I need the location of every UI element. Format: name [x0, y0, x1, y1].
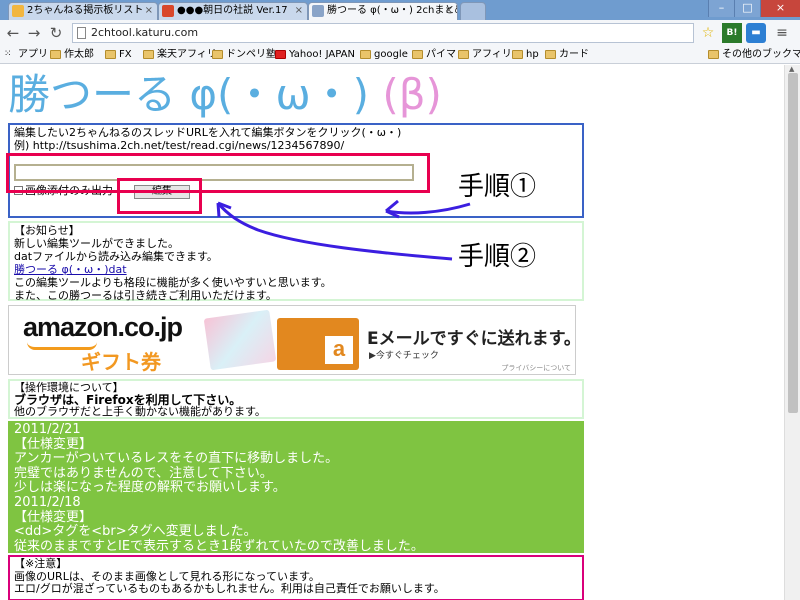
yahoo-icon: [275, 50, 286, 59]
changelog-line: 【仕様変更】: [14, 436, 93, 452]
address-url: 2chtool.katuru.com: [91, 26, 199, 39]
tab-title: 2ちゃんねる掲示板リスト: [27, 5, 144, 16]
bookmark-item[interactable]: パイマ: [412, 48, 456, 62]
changelog-line: 従来のままですとIEで表示するとき1段ずれていたので改善しました。: [14, 538, 424, 554]
extension-icon[interactable]: B!: [722, 23, 742, 43]
apps-grid-icon: ⁙: [4, 49, 12, 59]
ad-gift-text: ギフト券: [81, 350, 161, 374]
close-tab-icon[interactable]: ×: [445, 3, 453, 19]
tab-katuru[interactable]: 勝つーる φ(・ω・) 2chまとめ ×: [308, 2, 458, 20]
folder-icon: [143, 50, 154, 59]
bookmark-item[interactable]: 楽天アフィリ: [143, 48, 217, 62]
bookmark-item[interactable]: 作太郎: [50, 48, 94, 62]
reload-icon[interactable]: ↻: [47, 24, 65, 42]
annotation-arrows: [216, 199, 471, 261]
tab-asahi[interactable]: ●●●朝日の社説 Ver.17 ×: [158, 2, 308, 20]
tab-title: 勝つーる φ(・ω・) 2chまとめ: [327, 5, 458, 16]
bookmark-item[interactable]: FX: [105, 48, 132, 62]
window-controls: – □ ×: [708, 0, 800, 18]
environment-box: 【操作環境について】 ブラウザは、Firefoxを利用して下さい。 他のブラウザ…: [8, 379, 584, 419]
gift-card-image: a: [277, 318, 359, 370]
menu-icon[interactable]: ≡: [772, 23, 792, 43]
arrow-step2: [216, 202, 453, 261]
address-bar[interactable]: 2chtool.katuru.com: [72, 23, 694, 43]
vertical-scrollbar[interactable]: ▲: [784, 65, 800, 600]
close-tab-icon[interactable]: ×: [295, 3, 303, 19]
arrowhead-step1-icon: [385, 199, 400, 219]
2ch-favicon-icon: [312, 5, 324, 17]
scroll-up-icon[interactable]: ▲: [789, 65, 794, 73]
page-icon: [77, 27, 86, 39]
changelog-box: 2011/2/21 【仕様変更】 アンカーがついているレスをその直下に移動しまし…: [8, 421, 584, 553]
minimize-icon[interactable]: –: [708, 0, 734, 17]
bookmark-item[interactable]: hp: [512, 48, 539, 62]
folder-icon: [708, 50, 719, 59]
caution-heading: 【※注意】: [14, 557, 68, 570]
new-tab-button[interactable]: [460, 2, 486, 20]
step2-label: 手順②: [458, 242, 537, 272]
maximize-icon[interactable]: □: [734, 0, 760, 17]
tab-title: ●●●朝日の社説 Ver.17: [177, 5, 288, 16]
changelog-line: 少しは楽になった程度の解釈でお願いします。: [14, 480, 286, 496]
ad-privacy-link[interactable]: プライバシーについて: [501, 363, 571, 373]
ad-cta-link[interactable]: ▶今すぐチェック: [369, 348, 439, 361]
folder-icon: [212, 50, 223, 59]
tab-board-list[interactable]: 2ちゃんねる掲示板リスト ×: [8, 2, 158, 20]
changelog-line: アンカーがついているレスをその直下に移動しました。: [14, 451, 339, 467]
folder-icon: [50, 50, 61, 59]
folder-icon: [512, 50, 523, 59]
step1-label: 手順①: [458, 172, 537, 202]
chat-icon[interactable]: ▬: [746, 23, 766, 43]
changelog-line: <dd>タグを<br>タグへ変更しました。: [14, 524, 257, 540]
bookmark-item[interactable]: ドンペリ塾: [212, 48, 276, 62]
folder-icon: [360, 50, 371, 59]
changelog-line: 2011/2/21: [14, 422, 81, 437]
changelog-line: 【仕様変更】: [14, 509, 93, 525]
star-icon[interactable]: ☆: [698, 23, 718, 43]
caution-box: 【※注意】 画像のURLは、そのまま画像として見れる形になっています。 エロ/グ…: [8, 555, 584, 600]
scrollbar-thumb[interactable]: [788, 73, 798, 413]
bookmarks-bar: ⁙ アプリ 作太郎 FX 楽天アフィリ ドンペリ塾 Yahoo! JAPAN go…: [0, 46, 800, 64]
site-favicon-icon: [12, 5, 24, 17]
env-line: 他のブラウザだと上手く動かない機能があります。: [14, 405, 266, 418]
forward-arrow-icon[interactable]: →: [25, 24, 43, 42]
bookmark-item[interactable]: google: [360, 48, 408, 62]
arrow-step1: [385, 202, 471, 215]
tab-bar: 2ちゃんねる掲示板リスト × ●●●朝日の社説 Ver.17 × 勝つーる φ(…: [0, 0, 800, 20]
bookmark-item[interactable]: Yahoo! JAPAN: [275, 48, 355, 62]
bookmark-item[interactable]: アフィリ: [458, 48, 512, 62]
close-tab-icon[interactable]: ×: [145, 3, 153, 19]
ad-headline: Eメールですぐに送れます。: [367, 329, 576, 349]
bookmark-other[interactable]: その他のブックマーク: [708, 48, 800, 62]
browser-toolbar: ← → ↻ 2chtool.katuru.com ☆ B! ▬ ≡: [0, 20, 800, 46]
bookmark-item[interactable]: カード: [545, 48, 589, 62]
bookmark-apps[interactable]: ⁙ アプリ: [4, 48, 48, 62]
changelog-line: 2011/2/18: [14, 494, 81, 510]
close-window-icon[interactable]: ×: [760, 0, 800, 17]
page-viewport: 勝つーる φ(・ω・) (β) 編集したい2ちゃんねるのスレッドURLを入れて編…: [0, 65, 784, 600]
site-favicon-icon: [162, 5, 174, 17]
folder-icon: [545, 50, 556, 59]
amazon-a-icon: a: [325, 336, 353, 364]
folder-icon: [105, 50, 116, 59]
caution-line: エロ/グロが混ざっているものもあるかもしれません。利用は自己責任でお願いします。: [14, 582, 445, 595]
folder-icon: [412, 50, 423, 59]
back-arrow-icon[interactable]: ←: [4, 24, 22, 42]
folder-icon: [458, 50, 469, 59]
